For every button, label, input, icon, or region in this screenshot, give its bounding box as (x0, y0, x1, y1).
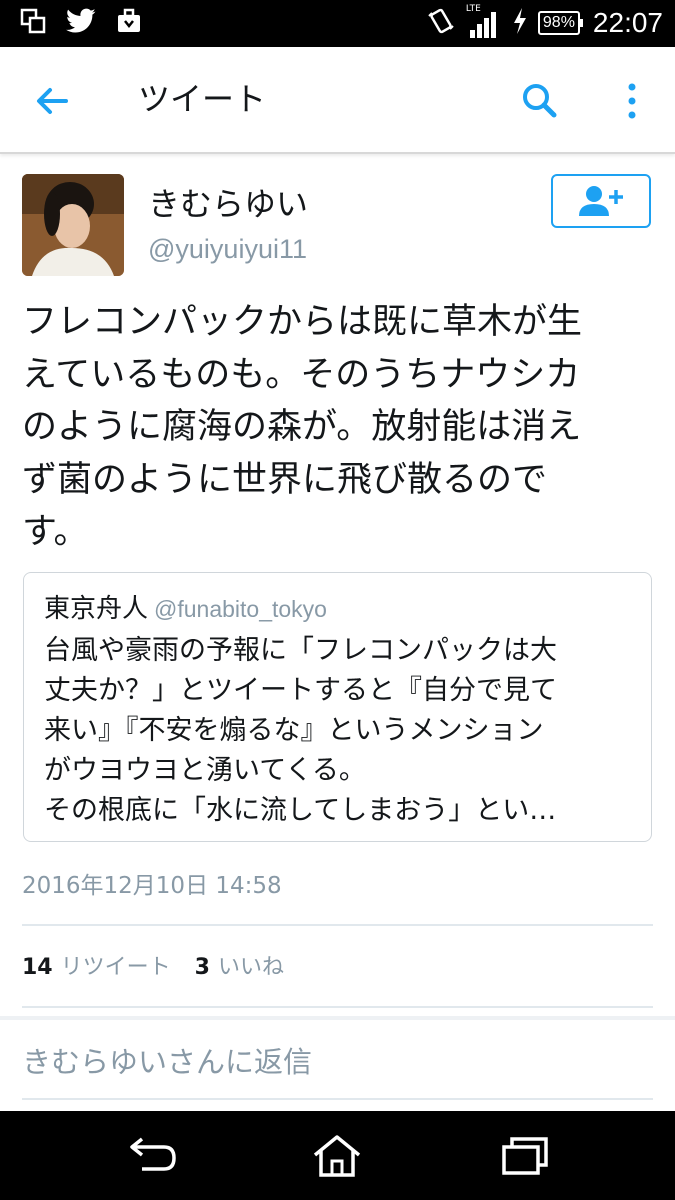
app-bar: ツイート (0, 47, 675, 154)
divider (22, 1006, 653, 1008)
search-icon (523, 84, 557, 118)
tweet-timestamp: 2016年12月10日 14:58 (22, 873, 282, 899)
retweet-count: 14 (22, 955, 53, 980)
vibrate-icon (426, 6, 456, 40)
nav-recents-button[interactable] (494, 1133, 554, 1179)
more-options-button[interactable] (616, 79, 648, 123)
quoted-tweet-header: 東京舟人 @funabito_tokyo (44, 593, 327, 628)
divider (22, 1098, 653, 1100)
charging-icon (512, 7, 528, 39)
author-handle[interactable]: @yuiyuiyui11 (148, 232, 307, 266)
add-user-icon (579, 186, 623, 216)
system-nav-bar (0, 1111, 675, 1200)
briefcase-icon (116, 8, 142, 38)
battery-icon: 98% (537, 11, 583, 35)
retweet-label: リツイート (60, 955, 171, 980)
like-stat[interactable]: 3 いいね (195, 950, 284, 986)
like-label: いいね (217, 955, 284, 980)
author-name[interactable]: きむらゆい (148, 184, 308, 224)
reply-input[interactable]: きむらゆいさんに返信 (22, 1040, 312, 1084)
section-separator (0, 1016, 675, 1020)
home-nav-icon (313, 1135, 361, 1177)
quoted-tweet-text: 台風や豪雨の予報に「フレコンパックは大 丈夫か？」とツイートすると『自分で見て … (44, 635, 557, 826)
avatar[interactable] (22, 174, 124, 276)
clock: 22:07 (592, 7, 663, 38)
back-nav-icon (130, 1137, 176, 1171)
quoted-author-handle: @funabito_tokyo (154, 596, 327, 622)
twitter-icon (66, 8, 96, 38)
multiwindow-icon (20, 8, 46, 38)
like-count: 3 (194, 955, 210, 980)
recents-nav-icon (502, 1137, 548, 1175)
tweet-text: フレコンパックからは既に草木が生 えているものも。そのうちナウシカ のように腐海… (22, 302, 583, 552)
status-bar: LTE 98% 22:07 (0, 0, 675, 47)
signal-icon: LTE (466, 4, 502, 40)
tweet-stats: 14 リツイート 3 いいね (22, 950, 308, 986)
nav-home-button[interactable] (307, 1133, 367, 1179)
follow-button[interactable] (551, 174, 651, 228)
quoted-tweet[interactable]: 東京舟人 @funabito_tokyo 台風や豪雨の予報に「フレコンパックは大 … (23, 572, 652, 842)
more-vert-icon (628, 83, 636, 119)
quoted-author-name: 東京舟人 (44, 594, 149, 624)
retweet-stat[interactable]: 14 リツイート (22, 950, 171, 986)
back-arrow-icon (37, 88, 68, 114)
battery-level: 98% (537, 11, 580, 35)
back-button[interactable] (30, 79, 74, 123)
search-button[interactable] (518, 79, 562, 123)
page-title: ツイート (138, 80, 267, 118)
divider (22, 924, 653, 926)
nav-back-button[interactable] (122, 1133, 182, 1179)
